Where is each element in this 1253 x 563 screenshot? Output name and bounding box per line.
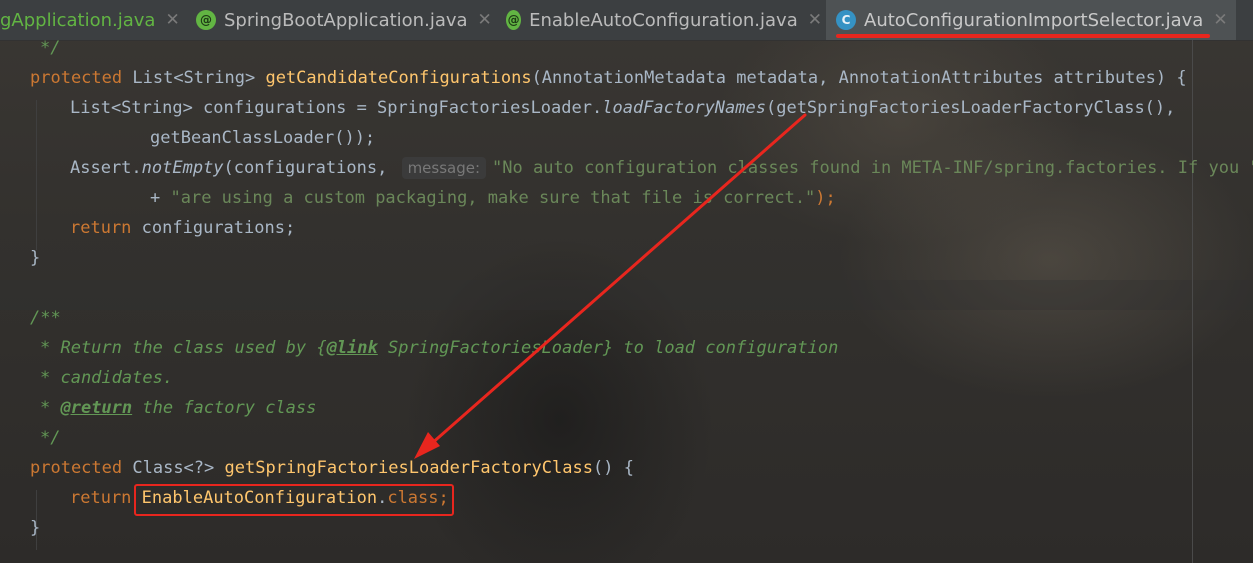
code-line: /** — [30, 308, 61, 328]
code-line: Assert.notEmpty(configurations, message:… — [70, 153, 1253, 183]
tab-label: EnableAutoConfiguration.java — [529, 9, 798, 31]
code-text: () { — [592, 458, 634, 478]
keyword: protected — [30, 458, 123, 478]
code-text: Assert. — [70, 158, 142, 178]
keyword: return — [70, 218, 132, 238]
method-call: notEmpty — [141, 158, 224, 178]
caret-line-highlight — [0, 280, 1253, 310]
active-tab-highlight — [836, 34, 1210, 38]
code-text: configurations; — [141, 218, 296, 238]
tab-springbootapplication[interactable]: @ SpringBootApplication.java ✕ — [196, 0, 496, 40]
code-editor[interactable]: */ protected List<String> getCandidateCo… — [0, 38, 1253, 563]
tab-application[interactable]: gApplication.java ✕ — [0, 0, 188, 40]
close-icon[interactable]: ✕ — [1213, 10, 1227, 30]
close-icon[interactable]: ✕ — [808, 10, 822, 30]
code-text: (configurations, — [223, 158, 388, 178]
ide-window: gApplication.java ✕ @ SpringBootApplicat… — [0, 0, 1253, 563]
javadoc-tag: @return — [60, 398, 133, 418]
operator: + — [150, 188, 161, 208]
keyword: return — [70, 488, 132, 508]
class-icon: C — [836, 10, 856, 30]
code-text: List<String> configurations = SpringFact… — [70, 98, 603, 118]
string-literal: "are using a custom packaging, make sure… — [170, 188, 816, 208]
keyword: protected — [30, 68, 123, 88]
code-line: protected Class<?> getSpringFactoriesLoa… — [30, 453, 634, 483]
code-line: + "are using a custom packaging, make su… — [150, 183, 836, 213]
editor-tab-bar: gApplication.java ✕ @ SpringBootApplicat… — [0, 0, 1253, 41]
code-line: protected List<String> getCandidateConfi… — [30, 63, 1187, 93]
highlight-box-annotation — [134, 484, 454, 516]
code-text: (getSpringFactoriesLoaderFactoryClass(), — [765, 98, 1176, 118]
method-name: getSpringFactoriesLoaderFactoryClass — [224, 458, 593, 478]
annotation-icon: @ — [506, 10, 522, 30]
type-name: List<String> — [132, 68, 256, 88]
code-line: getBeanClassLoader()); — [150, 128, 376, 148]
javadoc-tag: @link — [326, 338, 378, 358]
parameter-hint: message: — [401, 157, 487, 179]
tab-label: SpringBootApplication.java — [224, 9, 468, 31]
indent-guide — [36, 100, 37, 250]
code-line: * Return the class used by {@link Spring… — [40, 333, 838, 363]
comment-text: * Return the class used by { — [40, 338, 327, 358]
tab-label: AutoConfigurationImportSelector.java — [864, 9, 1204, 31]
code-line: * @return the factory class — [40, 393, 316, 423]
tab-label: gApplication.java — [0, 9, 156, 31]
method-name: getCandidateConfigurations — [265, 68, 532, 88]
close-icon[interactable]: ✕ — [165, 10, 179, 30]
code-line: */ — [40, 38, 61, 58]
code-line: } — [30, 248, 41, 268]
close-icon[interactable]: ✕ — [478, 10, 492, 30]
params: (AnnotationMetadata metadata, Annotation… — [531, 68, 1187, 88]
comment-text: the factory class — [132, 398, 317, 418]
type-name: Class<?> — [132, 458, 215, 478]
code-text: ); — [815, 188, 836, 208]
code-line: * candidates. — [40, 368, 174, 388]
comment-text: * — [40, 398, 61, 418]
method-call: loadFactoryNames — [602, 98, 766, 118]
code-line: return configurations; — [70, 213, 295, 243]
right-margin-guide — [1192, 40, 1193, 563]
code-line: List<String> configurations = SpringFact… — [70, 93, 1175, 123]
string-literal: "No auto configuration classes found in … — [492, 158, 1253, 178]
code-line: } — [30, 518, 41, 538]
tab-enableautoconfiguration[interactable]: @ EnableAutoConfiguration.java ✕ — [506, 0, 822, 40]
code-line: */ — [40, 428, 61, 448]
comment-text: SpringFactoriesLoader} to load configura… — [377, 338, 839, 358]
annotation-icon: @ — [196, 10, 216, 30]
